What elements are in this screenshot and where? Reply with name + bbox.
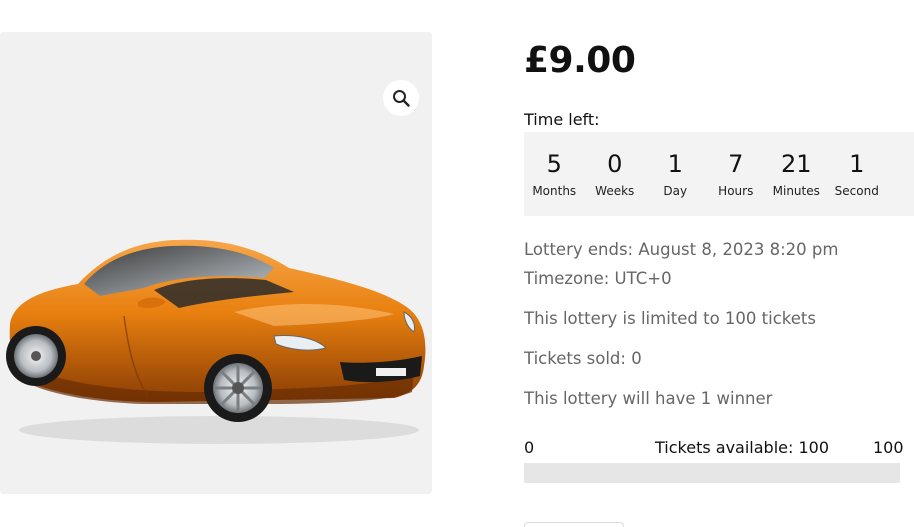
countdown-days: 1 Day (645, 132, 706, 216)
countdown-weeks: 0 Weeks (585, 132, 646, 216)
lottery-timezone: Timezone: UTC+0 (524, 269, 672, 288)
countdown-minutes: 21 Minutes (766, 132, 827, 216)
countdown-value: 1 (849, 150, 865, 178)
countdown-value: 5 (546, 150, 562, 178)
countdown-unit: Months (532, 184, 577, 198)
countdown-unit: Second (834, 184, 879, 198)
quantity-input[interactable] (524, 522, 624, 527)
countdown-timer: 5 Months 0 Weeks 1 Day 7 Hours 21 Minute… (524, 132, 914, 216)
tickets-available-label: Tickets available: 100 (655, 438, 829, 457)
tickets-sold: Tickets sold: 0 (524, 349, 642, 368)
product-gallery[interactable] (0, 32, 432, 494)
countdown-value: 1 (667, 150, 683, 178)
progress-max-label: 100 (873, 438, 904, 457)
countdown-unit: Minutes (772, 184, 820, 198)
ticket-progress-bar (524, 463, 900, 483)
countdown-unit: Hours (718, 184, 754, 198)
product-image-car[interactable] (4, 216, 430, 448)
product-price: £9.00 (524, 40, 636, 81)
lottery-winners: This lottery will have 1 winner (524, 389, 773, 408)
countdown-value: 7 (728, 150, 744, 178)
countdown-value: 21 (780, 150, 812, 178)
countdown-unit: Day (663, 184, 688, 198)
lottery-ticket-limit: This lottery is limited to 100 tickets (524, 309, 816, 328)
progress-min-label: 0 (524, 438, 535, 457)
countdown-hours: 7 Hours (706, 132, 767, 216)
magnifier-icon (393, 90, 410, 107)
countdown-unit: Weeks (595, 184, 635, 198)
time-left-label: Time left: (524, 110, 600, 129)
countdown-months: 5 Months (524, 132, 585, 216)
lottery-end-date: Lottery ends: August 8, 2023 8:20 pm (524, 240, 839, 259)
zoom-button[interactable] (383, 80, 419, 116)
countdown-seconds: 1 Second (827, 132, 888, 216)
countdown-value: 0 (607, 150, 623, 178)
product-page: £9.00 Time left: 5 Months 0 Weeks 1 Day … (0, 0, 914, 527)
